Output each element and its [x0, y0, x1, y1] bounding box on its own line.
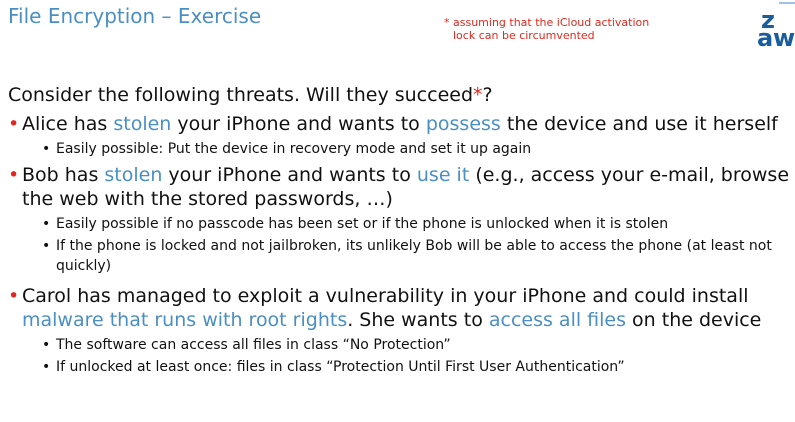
footnote-line-2: lock can be circumvented	[453, 29, 595, 42]
threat-text: Bob has	[22, 164, 105, 186]
sub-bullet-icon: •	[42, 359, 51, 375]
svg-text:w: w	[773, 24, 795, 48]
svg-text:a: a	[757, 24, 773, 48]
intro-text: Consider the following threats. Will the…	[8, 84, 474, 106]
highlight-text: possess	[425, 113, 501, 135]
threat-text: . She wants to	[347, 309, 489, 331]
threat-list: • Alice has stolen your iPhone and wants…	[8, 112, 793, 377]
sub-bullet-icon: •	[42, 216, 51, 232]
sub-item-text: Easily possible: Put the device in recov…	[56, 141, 532, 157]
threat-text: your iPhone and wants to	[162, 164, 417, 186]
highlight-text: use it	[416, 164, 470, 186]
highlight-text: access all files	[488, 309, 626, 331]
sub-item: • If unlocked at least once: files in cla…	[22, 355, 793, 377]
highlight-text: stolen	[113, 113, 172, 135]
sub-item: • Easily possible if no passcode has been…	[22, 212, 793, 234]
sub-item-text: The software can access all files in cla…	[56, 337, 451, 353]
threat-text: on the device	[626, 309, 762, 331]
sub-bullet-icon: •	[42, 238, 51, 254]
bullet-icon: •	[8, 164, 20, 186]
university-logo: z a w	[757, 0, 795, 48]
threat-text: the device and use it herself	[500, 113, 778, 135]
sub-item-text: If the phone is locked and not jailbroke…	[56, 238, 772, 274]
sub-bullet-icon: •	[42, 141, 51, 157]
sub-item: • The software can access all files in cl…	[22, 333, 793, 355]
threat-item-bob: • Bob has stolen your iPhone and wants t…	[8, 163, 793, 276]
footnote-line-1: * assuming that the iCloud activation	[444, 16, 650, 29]
threat-text: Alice has	[22, 113, 114, 135]
intro-question: Consider the following threats. Will the…	[8, 84, 493, 106]
intro-asterisk: *	[473, 84, 483, 106]
logo-mark-icon: z a w	[757, 2, 795, 48]
highlight-text: stolen	[104, 164, 163, 186]
sub-list: • Easily possible if no passcode has been…	[22, 212, 793, 276]
threat-item-alice: • Alice has stolen your iPhone and wants…	[8, 112, 793, 159]
threat-text: your iPhone and wants to	[171, 113, 426, 135]
bullet-icon: •	[8, 285, 20, 307]
sub-item: • If the phone is locked and not jailbrok…	[22, 234, 793, 276]
threat-text: Carol has managed to exploit a vulnerabi…	[22, 285, 749, 307]
sub-item-text: If unlocked at least once: files in clas…	[56, 359, 625, 375]
sub-bullet-icon: •	[42, 337, 51, 353]
threat-item-carol: • Carol has managed to exploit a vulnera…	[8, 284, 793, 377]
highlight-text: malware that runs with root rights	[22, 309, 348, 331]
sub-item: • Easily possible: Put the device in reco…	[22, 137, 793, 159]
intro-suffix: ?	[482, 84, 493, 106]
sub-item-text: Easily possible if no passcode has been …	[56, 216, 669, 232]
sub-list: • Easily possible: Put the device in reco…	[22, 137, 793, 159]
sub-list: • The software can access all files in cl…	[22, 333, 793, 377]
footnote: * assuming that the iCloud activation lo…	[444, 16, 649, 42]
slide-title: File Encryption – Exercise	[8, 4, 262, 28]
bullet-icon: •	[8, 113, 20, 135]
